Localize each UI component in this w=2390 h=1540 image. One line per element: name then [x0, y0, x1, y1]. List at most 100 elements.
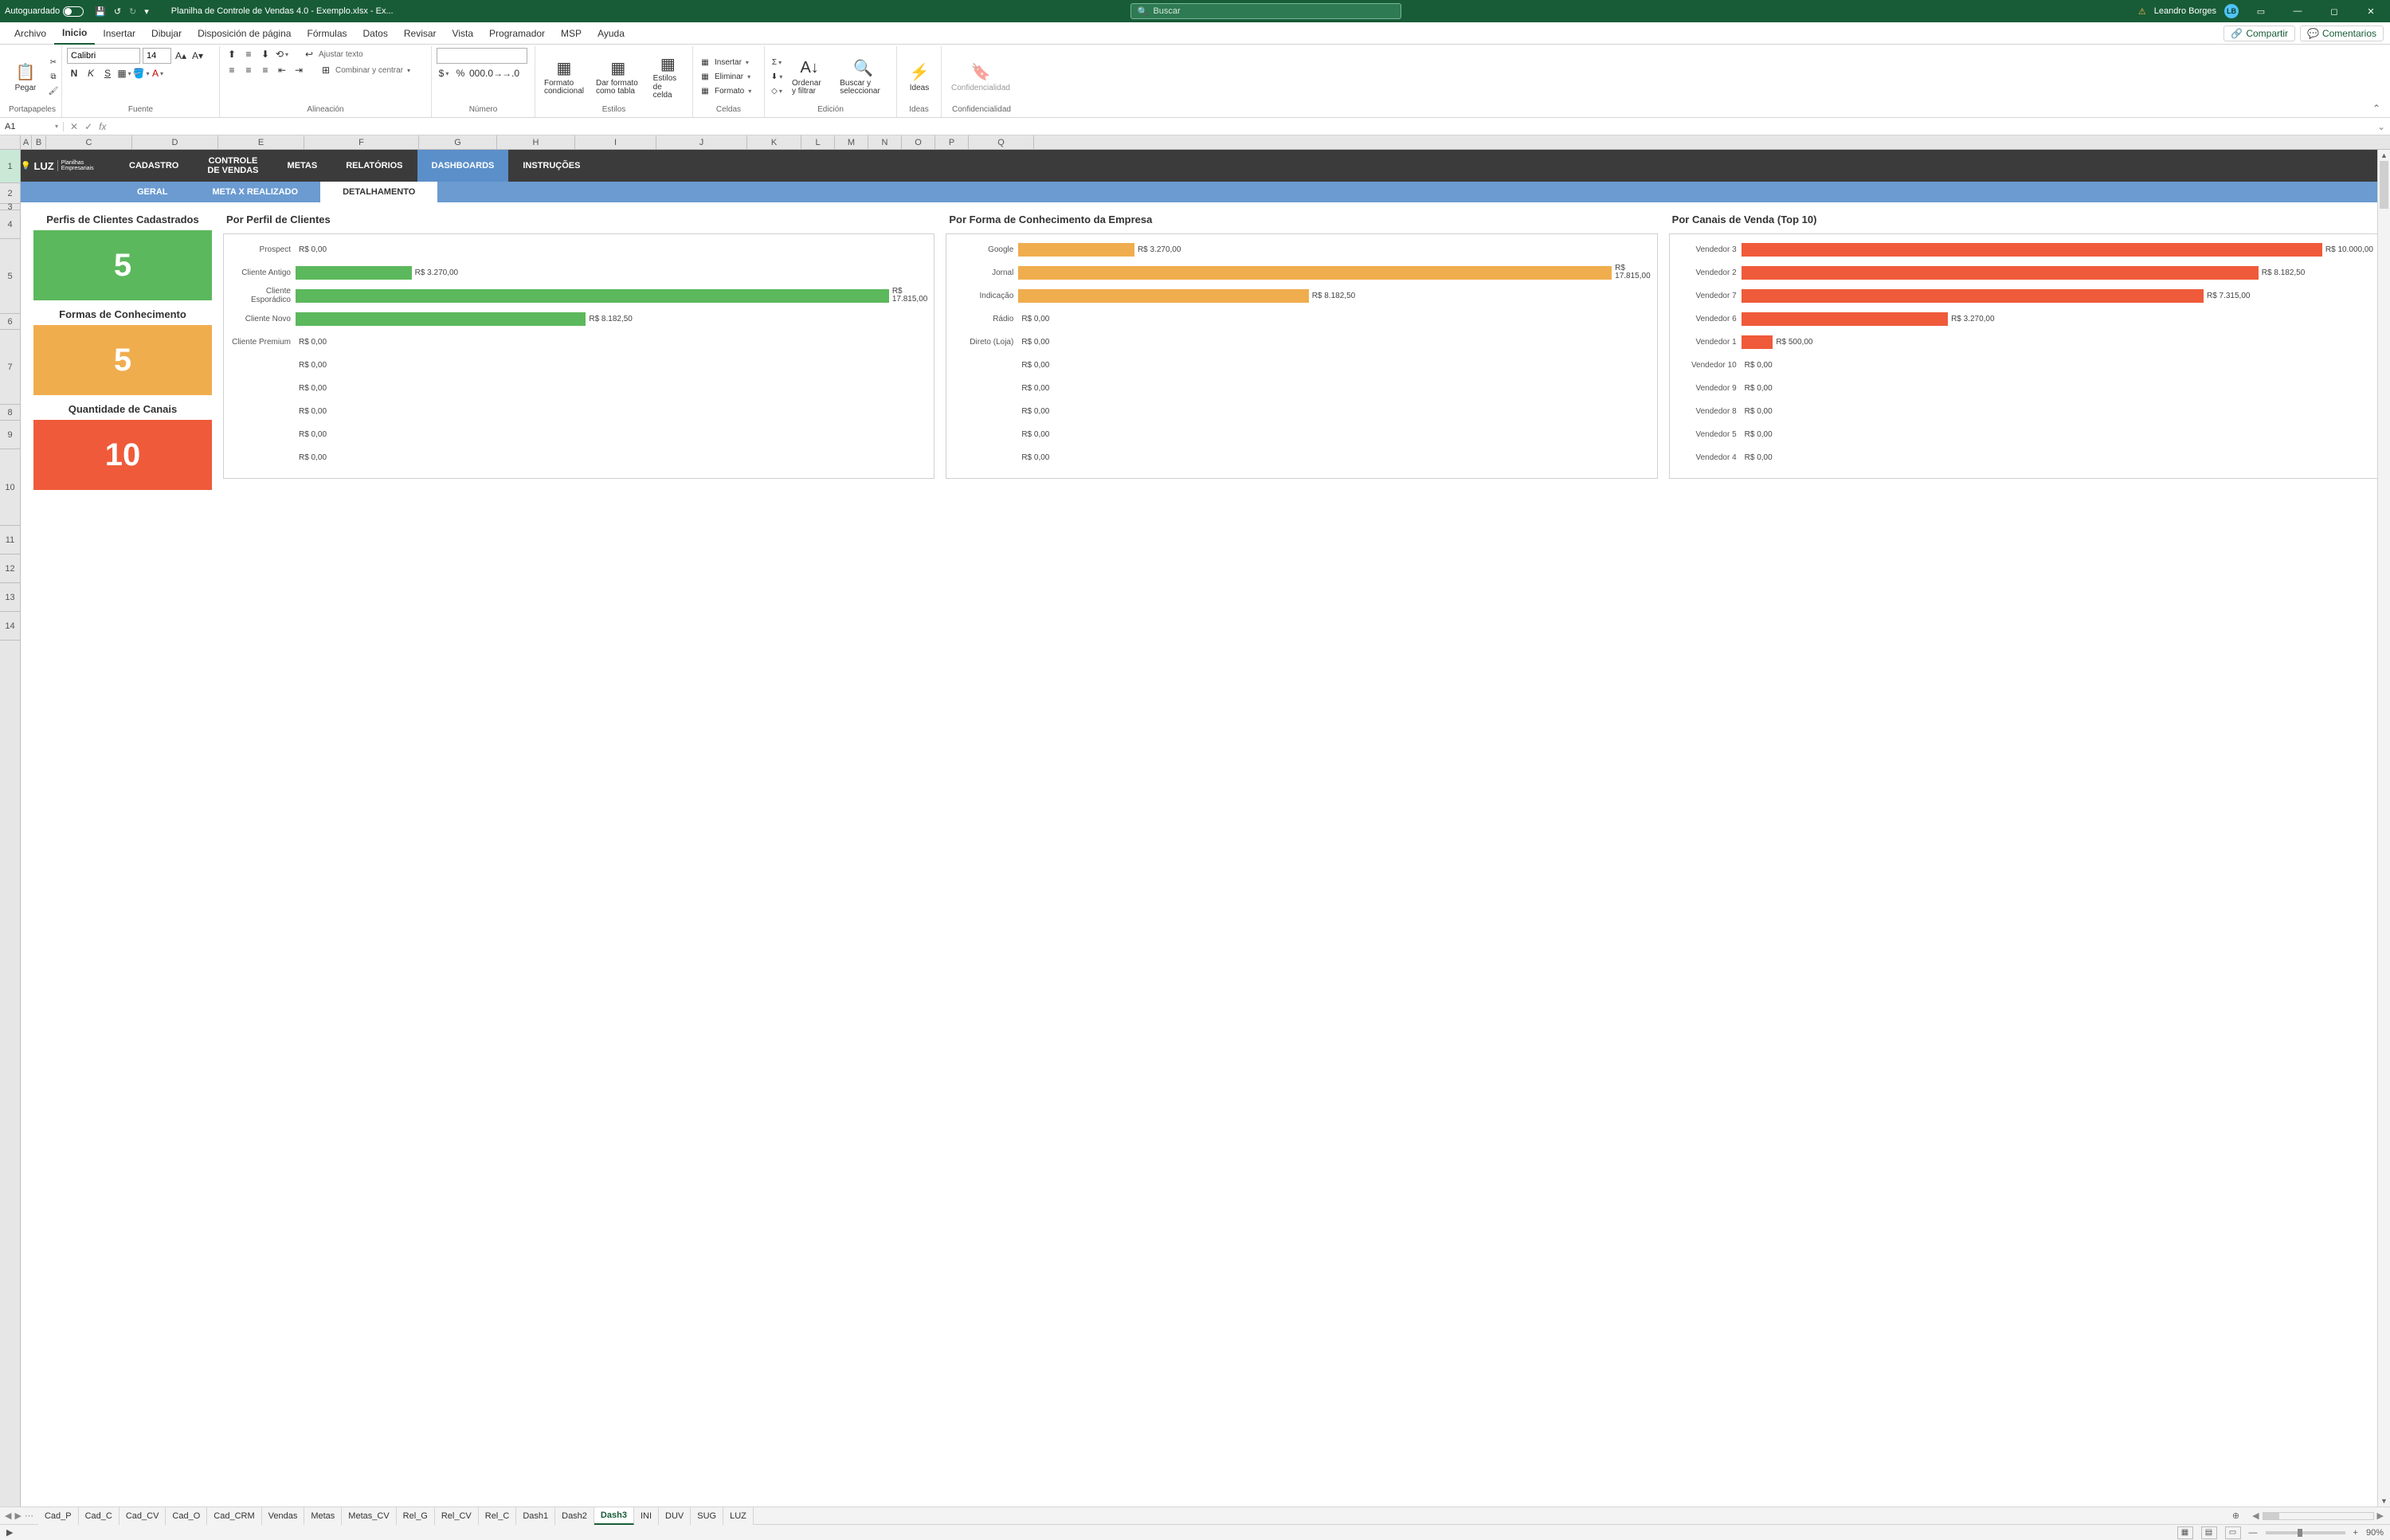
enter-formula-icon[interactable]: ✓	[84, 121, 92, 132]
scroll-up-icon[interactable]: ▲	[2378, 150, 2390, 161]
sheet-tab-rel_c[interactable]: Rel_C	[479, 1507, 517, 1525]
col-header-K[interactable]: K	[747, 135, 801, 149]
row-header-9[interactable]: 9	[0, 421, 20, 449]
minimize-icon[interactable]: —	[2283, 0, 2312, 22]
save-icon[interactable]: 💾	[95, 6, 106, 17]
sheet-nav-next-icon[interactable]: ▶	[14, 1511, 21, 1521]
row-header-12[interactable]: 12	[0, 554, 20, 583]
autosum-icon[interactable]: Σ▾	[770, 56, 784, 69]
col-header-N[interactable]: N	[868, 135, 902, 149]
sheet-nav-prev-icon[interactable]: ◀	[5, 1511, 11, 1521]
vertical-scrollbar[interactable]: ▲ ▼	[2377, 150, 2390, 1507]
nav-controle-de-vendas[interactable]: CONTROLEDE VENDAS	[193, 150, 272, 182]
sheet-tab-dash3[interactable]: Dash3	[594, 1507, 634, 1525]
decrease-font-icon[interactable]: A▾	[190, 49, 205, 62]
ribbon-tab-datos[interactable]: Datos	[355, 22, 396, 45]
currency-icon[interactable]: $▾	[437, 67, 451, 80]
row-header-10[interactable]: 10	[0, 449, 20, 526]
user-name[interactable]: Leandro Borges	[2154, 6, 2216, 16]
user-avatar[interactable]: LB	[2224, 4, 2239, 18]
ribbon-tab-inicio[interactable]: Inicio	[54, 22, 95, 45]
sheet-tab-luz[interactable]: LUZ	[723, 1507, 754, 1525]
italic-button[interactable]: K	[84, 67, 98, 80]
ribbon-tab-msp[interactable]: MSP	[553, 22, 590, 45]
format-cells-button[interactable]: ▦Formato▾	[698, 84, 751, 97]
autosave-toggle[interactable]: Autoguardado	[5, 6, 84, 17]
subnav-geral[interactable]: GERAL	[115, 182, 190, 202]
ribbon-tab-programador[interactable]: Programador	[481, 22, 553, 45]
align-center-icon[interactable]: ≡	[241, 64, 256, 76]
row-header-8[interactable]: 8	[0, 405, 20, 421]
col-header-H[interactable]: H	[497, 135, 575, 149]
collapse-ribbon-icon[interactable]: ⌃	[2366, 100, 2387, 117]
nav-relatórios[interactable]: RELATÓRIOS	[331, 150, 417, 182]
merge-label[interactable]: Combinar y centrar	[335, 66, 403, 75]
align-middle-icon[interactable]: ≡	[241, 48, 256, 61]
increase-decimal-icon[interactable]: .0→	[487, 67, 501, 80]
subnav-meta-x-realizado[interactable]: META X REALIZADO	[190, 182, 321, 202]
share-button[interactable]: 🔗Compartir	[2223, 25, 2295, 41]
sheet-tab-cad_crm[interactable]: Cad_CRM	[207, 1507, 261, 1525]
sheet-tab-ini[interactable]: INI	[634, 1507, 659, 1525]
fill-color-icon[interactable]: 🪣▾	[134, 67, 148, 80]
comments-button[interactable]: 💬Comentarios	[2300, 25, 2384, 41]
nav-instruções[interactable]: INSTRUÇÕES	[508, 150, 594, 182]
nav-dashboards[interactable]: DASHBOARDS	[417, 150, 509, 182]
sheet-tab-cad_o[interactable]: Cad_O	[166, 1507, 207, 1525]
hscroll-left-icon[interactable]: ◀	[2252, 1511, 2259, 1521]
row-header-14[interactable]: 14	[0, 612, 20, 641]
conditional-format-button[interactable]: ▦Formato condicional	[540, 56, 588, 98]
col-header-F[interactable]: F	[304, 135, 419, 149]
col-header-D[interactable]: D	[132, 135, 218, 149]
indent-decrease-icon[interactable]: ⇤	[275, 64, 289, 76]
subnav-detalhamento[interactable]: DETALHAMENTO	[320, 182, 437, 202]
insert-cells-button[interactable]: ▦Insertar▾	[698, 56, 751, 69]
wrap-text-label[interactable]: Ajustar texto	[319, 50, 363, 59]
row-header-3[interactable]: 3	[0, 204, 20, 210]
scroll-thumb[interactable]	[2380, 161, 2388, 209]
undo-icon[interactable]: ↺	[114, 6, 121, 17]
expand-formula-icon[interactable]: ⌄	[2372, 121, 2390, 132]
row-header-11[interactable]: 11	[0, 526, 20, 554]
warning-icon[interactable]: ⚠	[2138, 6, 2146, 17]
row-header-13[interactable]: 13	[0, 583, 20, 612]
orientation-icon[interactable]: ⟲▾	[275, 48, 289, 61]
name-box[interactable]: A1▾	[0, 122, 64, 131]
ribbon-tab-revisar[interactable]: Revisar	[396, 22, 445, 45]
col-header-G[interactable]: G	[419, 135, 497, 149]
font-name-select[interactable]	[67, 48, 140, 64]
number-format-select[interactable]	[437, 48, 527, 64]
sheet-tab-dash1[interactable]: Dash1	[516, 1507, 555, 1525]
increase-font-icon[interactable]: A▴	[174, 49, 188, 62]
row-header-1[interactable]: 1	[0, 150, 20, 183]
sheet-tab-rel_g[interactable]: Rel_G	[397, 1507, 435, 1525]
cell-styles-button[interactable]: ▦Estilos de celda	[648, 51, 688, 102]
search-box[interactable]: 🔍 Buscar	[1130, 3, 1401, 19]
redo-icon[interactable]: ↻	[129, 6, 136, 17]
col-header-M[interactable]: M	[835, 135, 868, 149]
ribbon-tab-archivo[interactable]: Archivo	[6, 22, 54, 45]
row-header-5[interactable]: 5	[0, 239, 20, 314]
copy-icon[interactable]: ⧉	[46, 70, 61, 83]
row-header-6[interactable]: 6	[0, 314, 20, 330]
zoom-out-icon[interactable]: —	[2249, 1528, 2258, 1538]
sheet-tab-dash2[interactable]: Dash2	[555, 1507, 594, 1525]
page-layout-view-icon[interactable]: ▤	[2201, 1526, 2217, 1539]
col-header-E[interactable]: E	[218, 135, 304, 149]
ribbon-display-icon[interactable]: ▭	[2247, 0, 2275, 22]
merge-icon[interactable]: ⊞	[319, 64, 333, 76]
col-header-C[interactable]: C	[46, 135, 132, 149]
zoom-in-icon[interactable]: +	[2353, 1528, 2358, 1538]
col-header-P[interactable]: P	[935, 135, 969, 149]
cut-icon[interactable]: ✂	[46, 56, 61, 69]
ribbon-tab-disposición-de-página[interactable]: Disposición de página	[190, 22, 299, 45]
close-icon[interactable]: ✕	[2357, 0, 2385, 22]
ribbon-tab-insertar[interactable]: Insertar	[95, 22, 143, 45]
paste-button[interactable]: 📋 Pegar	[8, 60, 43, 94]
fx-icon[interactable]: fx	[99, 121, 106, 132]
hscroll-thumb[interactable]	[2263, 1513, 2279, 1519]
ribbon-tab-dibujar[interactable]: Dibujar	[143, 22, 190, 45]
record-macro-icon[interactable]: ▶	[6, 1527, 13, 1538]
borders-icon[interactable]: ▦▾	[117, 67, 131, 80]
zoom-slider[interactable]	[2266, 1531, 2345, 1534]
